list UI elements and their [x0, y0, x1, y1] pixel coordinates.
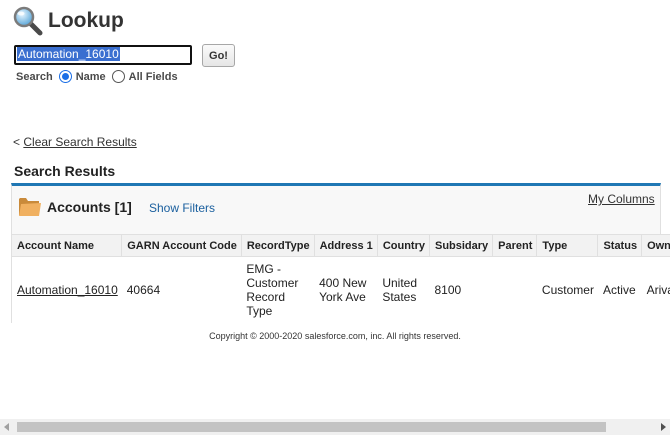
scroll-left-arrow-icon[interactable]: [4, 423, 9, 431]
column-header[interactable]: Subsidary: [429, 234, 494, 257]
search-input-value: Automation_16010: [17, 47, 120, 61]
panel-header: Accounts [1] Show Filters My Columns: [12, 186, 660, 234]
scroll-right-arrow-icon[interactable]: [661, 423, 666, 431]
column-header[interactable]: Owner L: [641, 234, 670, 257]
copyright-footer: Copyright © 2000-2020 salesforce.com, in…: [209, 331, 461, 341]
accounts-title: Accounts [1]: [47, 199, 132, 215]
search-scope: Search Name All Fields: [16, 70, 178, 83]
column-header[interactable]: GARN Account Code: [121, 234, 242, 257]
back-chevron: <: [13, 135, 21, 149]
account-name-link[interactable]: Automation_16010: [17, 283, 118, 297]
column-header[interactable]: Parent: [492, 234, 538, 257]
column-header[interactable]: RecordType: [241, 234, 315, 257]
folder-icon: [18, 195, 42, 217]
search-scope-label: Search: [16, 70, 53, 83]
show-filters-link[interactable]: Show Filters: [149, 201, 215, 215]
cell-status: Active: [602, 283, 636, 297]
table-row: Automation_16010 40664 EMG - Customer Re…: [12, 257, 670, 324]
magnifier-icon: [13, 6, 43, 36]
column-header[interactable]: Status: [597, 234, 643, 257]
clear-results-row: < Clear Search Results: [13, 135, 137, 149]
cell-owner: Arivalag: [646, 283, 670, 297]
search-results-heading: Search Results: [14, 163, 116, 179]
radio-all-fields-label[interactable]: All Fields: [129, 71, 178, 83]
column-header[interactable]: Type: [536, 234, 599, 257]
cell-garn-code: 40664: [126, 283, 161, 297]
horizontal-scrollbar[interactable]: [0, 419, 670, 435]
results-panel: Accounts [1] Show Filters My Columns Acc…: [11, 183, 670, 323]
column-header[interactable]: Country: [377, 234, 430, 257]
cell-account-name: Automation_16010: [12, 257, 122, 324]
page-title: Lookup: [48, 9, 124, 32]
scrollbar-thumb[interactable]: [17, 422, 606, 432]
cell-parent: [493, 257, 537, 324]
go-button[interactable]: Go!: [202, 44, 235, 67]
radio-name-label[interactable]: Name: [76, 71, 106, 83]
cell-record-type: EMG - Customer Record Type: [246, 262, 299, 318]
search-input[interactable]: Automation_16010: [14, 45, 192, 65]
radio-all-fields[interactable]: [111, 70, 125, 83]
clear-search-results-link[interactable]: Clear Search Results: [23, 135, 136, 149]
page-header: Lookup: [13, 5, 124, 37]
cell-address: 400 New York Ave: [319, 276, 367, 304]
column-header[interactable]: Address 1: [314, 234, 378, 257]
table-header-row: Account Name GARN Account Code RecordTyp…: [12, 234, 670, 257]
cell-subsidary: 8100: [434, 283, 462, 297]
radio-name[interactable]: [58, 70, 72, 83]
cell-type: Customer: [541, 283, 594, 297]
column-header[interactable]: Account Name: [12, 234, 123, 257]
my-columns-link[interactable]: My Columns: [588, 192, 655, 206]
results-table: Account Name GARN Account Code RecordTyp…: [12, 234, 670, 323]
cell-country: United States: [382, 276, 417, 304]
